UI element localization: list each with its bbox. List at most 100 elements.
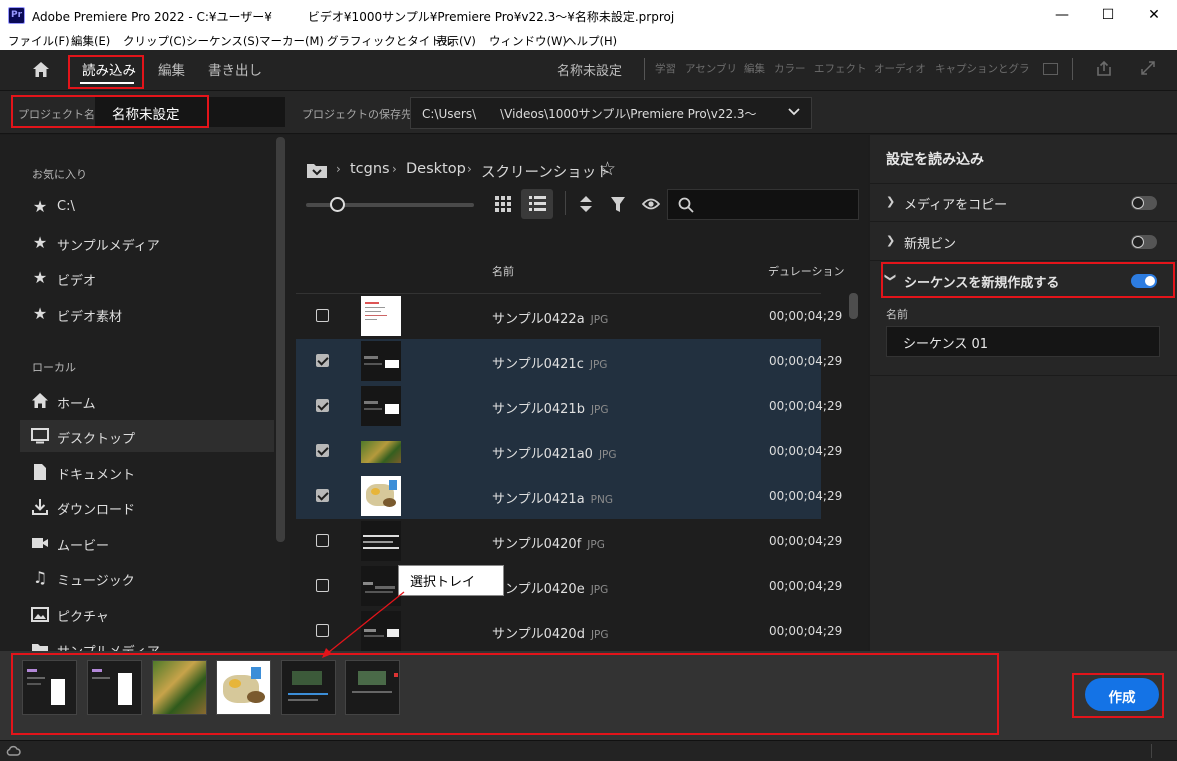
setting-label: シーケンスを新規作成する — [904, 276, 1060, 291]
workspace-assembly[interactable]: アセンブリ — [685, 61, 737, 76]
favorite-star-icon[interactable]: ☆ — [599, 158, 616, 180]
file-checkbox[interactable] — [316, 489, 329, 502]
search-input[interactable] — [667, 189, 859, 220]
file-row[interactable]: サンプル0421a0 JPG 00;00;04;29 — [296, 429, 842, 474]
file-row[interactable]: サンプル0421b JPG 00;00;04;29 — [296, 384, 842, 429]
menu-clip[interactable]: クリップ(C) — [123, 33, 186, 49]
sidebar-item-label: ビデオ素材 — [57, 310, 123, 325]
copy-media-toggle[interactable] — [1131, 196, 1157, 210]
sidebar-item-movies[interactable]: ムービー — [20, 527, 274, 559]
sidebar-item-home[interactable]: ホーム — [20, 385, 274, 417]
star-icon: ★ — [32, 197, 48, 216]
workspace-color[interactable]: カラー — [774, 61, 806, 76]
panel-layout-icon[interactable] — [1043, 63, 1058, 75]
workspace-audio[interactable]: オーディオ — [874, 61, 926, 76]
sequence-name-label: 名前 — [886, 308, 908, 321]
sidebar-item-video[interactable]: ★ ビデオ — [20, 262, 274, 294]
sidebar-item-sample-media-local[interactable]: サンプルメディア — [20, 633, 274, 651]
column-header-duration[interactable]: デュレーション — [768, 263, 845, 279]
sidebar-item-music[interactable]: ♫ ミュージック — [20, 562, 274, 594]
sort-icon[interactable] — [579, 195, 593, 213]
breadcrumb-item[interactable]: Desktop — [406, 161, 466, 177]
sidebar-item-label: C:\ — [57, 199, 75, 214]
minimize-button[interactable]: — — [1039, 0, 1085, 31]
sidebar-item-downloads[interactable]: ダウンロード — [20, 491, 274, 523]
new-bin-toggle[interactable] — [1131, 235, 1157, 249]
tab-import[interactable]: 読み込み — [82, 59, 136, 79]
star-icon: ★ — [32, 304, 48, 323]
file-row[interactable]: サンプル0421a PNG 00;00;04;29 — [296, 474, 842, 519]
sidebar-item-c-drive[interactable]: ★ C:\ — [20, 191, 274, 223]
workspace-learning[interactable]: 学習 — [655, 61, 676, 76]
chevron-right-icon[interactable]: ❯ — [886, 195, 895, 208]
workspace-editing[interactable]: 編集 — [744, 61, 765, 76]
home-icon[interactable] — [32, 61, 50, 78]
project-location-label: プロジェクトの保存先 — [302, 108, 412, 121]
copy-media-setting[interactable]: ❯ メディアをコピー — [870, 184, 1177, 222]
breadcrumb-item[interactable]: tcgns — [350, 161, 390, 177]
menu-sequence[interactable]: シーケンス(S) — [186, 33, 259, 49]
breadcrumb-separator: › — [336, 162, 341, 176]
file-checkbox[interactable] — [316, 444, 329, 457]
menu-window[interactable]: ウィンドウ(W) — [489, 33, 567, 49]
workspace-effects[interactable]: エフェクト — [814, 61, 867, 76]
list-view-icon — [529, 196, 546, 211]
file-row[interactable]: サンプル0422a JPG 00;00;04;29 — [296, 294, 842, 339]
tab-export[interactable]: 書き出し — [208, 59, 262, 79]
new-sequence-setting[interactable]: ❯ シーケンスを新規作成する — [870, 262, 1177, 300]
chevron-down-icon[interactable] — [788, 108, 800, 116]
file-checkbox[interactable] — [316, 309, 329, 322]
menu-help[interactable]: ヘルプ(H) — [565, 33, 617, 49]
menu-file[interactable]: ファイル(F) — [8, 33, 70, 49]
tray-thumbnail[interactable] — [22, 660, 77, 715]
file-row[interactable]: サンプル0421c JPG 00;00;04;29 — [296, 339, 842, 384]
menu-view[interactable]: 表示(V) — [436, 33, 476, 49]
sidebar-item-desktop[interactable]: デスクトップ — [20, 420, 274, 452]
tab-edit[interactable]: 編集 — [158, 59, 185, 79]
sidebar-scrollbar[interactable] — [276, 137, 285, 542]
window-title: Adobe Premiere Pro 2022 - C:¥ユーザー¥ ビデオ¥1… — [32, 10, 675, 24]
tray-thumbnail[interactable] — [281, 660, 336, 715]
chevron-right-icon[interactable]: ❯ — [886, 234, 895, 247]
tray-thumbnail[interactable] — [216, 660, 271, 715]
menu-marker[interactable]: マーカー(M) — [259, 33, 324, 49]
home-icon — [32, 393, 48, 408]
sidebar-item-sample-media[interactable]: ★ サンプルメディア — [20, 227, 274, 259]
tray-thumbnail[interactable] — [152, 660, 207, 715]
file-checkbox[interactable] — [316, 534, 329, 547]
breadcrumb-item[interactable]: スクリーンショット — [481, 161, 611, 182]
filter-icon[interactable] — [610, 196, 626, 213]
sidebar-item-label: ダウンロード — [57, 503, 136, 518]
sidebar-item-documents[interactable]: ドキュメント — [20, 456, 274, 488]
chevron-down-icon[interactable]: ❯ — [884, 273, 897, 282]
file-checkbox[interactable] — [316, 354, 329, 367]
close-button[interactable]: ✕ — [1131, 0, 1177, 31]
menu-edit[interactable]: 編集(E) — [71, 33, 110, 49]
tray-thumbnail[interactable] — [87, 660, 142, 715]
file-list-scrollbar[interactable] — [849, 293, 858, 319]
zoom-slider-handle[interactable] — [330, 197, 345, 212]
eye-icon[interactable] — [642, 198, 660, 210]
file-name: サンプル0421b JPG — [492, 402, 609, 417]
fullscreen-icon[interactable] — [1140, 60, 1156, 76]
file-name: サンプル0421a0 JPG — [492, 447, 617, 462]
sidebar-item-pictures[interactable]: ピクチャ — [20, 598, 274, 630]
share-icon[interactable] — [1096, 60, 1112, 77]
column-header-name[interactable]: 名前 — [492, 263, 514, 279]
title-bar: Pr Adobe Premiere Pro 2022 - C:¥ユーザー¥ ビデ… — [0, 0, 1177, 31]
new-bin-setting[interactable]: ❯ 新規ビン — [870, 223, 1177, 261]
tray-thumbnail[interactable] — [345, 660, 400, 715]
maximize-button[interactable]: ☐ — [1085, 0, 1131, 31]
sidebar-item-video-material[interactable]: ★ ビデオ素材 — [20, 298, 274, 330]
creative-cloud-icon[interactable] — [6, 744, 21, 757]
folder-icon[interactable] — [306, 161, 328, 179]
file-checkbox[interactable] — [316, 399, 329, 412]
sidebar-item-label: ホーム — [57, 397, 96, 412]
project-settings-row: プロジェクト名 名称未設定 プロジェクトの保存先 C:\Users\ \Vide… — [0, 90, 1177, 134]
new-sequence-toggle[interactable] — [1131, 274, 1157, 288]
file-row[interactable]: サンプル0420f JPG 00;00;04;29 — [296, 519, 842, 564]
file-thumbnail — [361, 341, 401, 381]
menu-graphics[interactable]: グラフィックとタイトル — [327, 33, 453, 49]
grid-view-icon[interactable] — [495, 196, 511, 212]
workspace-captions[interactable]: キャプションとグラ — [935, 61, 1030, 76]
